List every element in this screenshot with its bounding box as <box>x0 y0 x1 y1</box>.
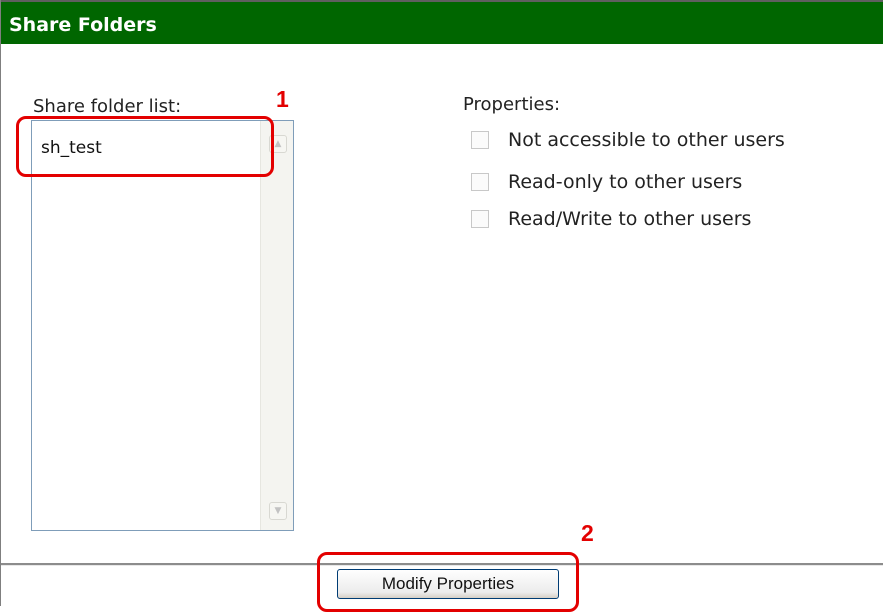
share-folder-listbox[interactable]: sh_test ▲ ▼ <box>31 120 294 531</box>
annotation-box-1 <box>16 116 274 177</box>
not-accessible-checkbox[interactable] <box>471 131 489 149</box>
annotation-box-2 <box>317 552 579 612</box>
annotation-marker-1: 1 <box>276 86 289 112</box>
share-folder-list-label: Share folder list: <box>33 96 182 117</box>
title-divider <box>1 44 883 45</box>
annotation-marker-2: 2 <box>581 520 594 546</box>
read-only-label: Read-only to other users <box>508 171 743 193</box>
share-folders-panel: Share Folders Share folder list: sh_test… <box>0 0 883 612</box>
properties-label: Properties: <box>463 94 561 115</box>
read-only-checkbox[interactable] <box>471 173 489 191</box>
read-write-checkbox[interactable] <box>471 210 489 228</box>
panel-title: Share Folders <box>9 14 157 36</box>
chevron-up-icon: ▲ <box>274 139 282 149</box>
panel-title-bar: Share Folders <box>1 0 883 44</box>
read-write-label: Read/Write to other users <box>508 208 752 230</box>
scroll-down-button[interactable]: ▼ <box>269 502 287 520</box>
not-accessible-label: Not accessible to other users <box>508 129 785 151</box>
listbox-scrollbar[interactable]: ▲ ▼ <box>260 121 293 530</box>
chevron-down-icon: ▼ <box>274 506 282 516</box>
